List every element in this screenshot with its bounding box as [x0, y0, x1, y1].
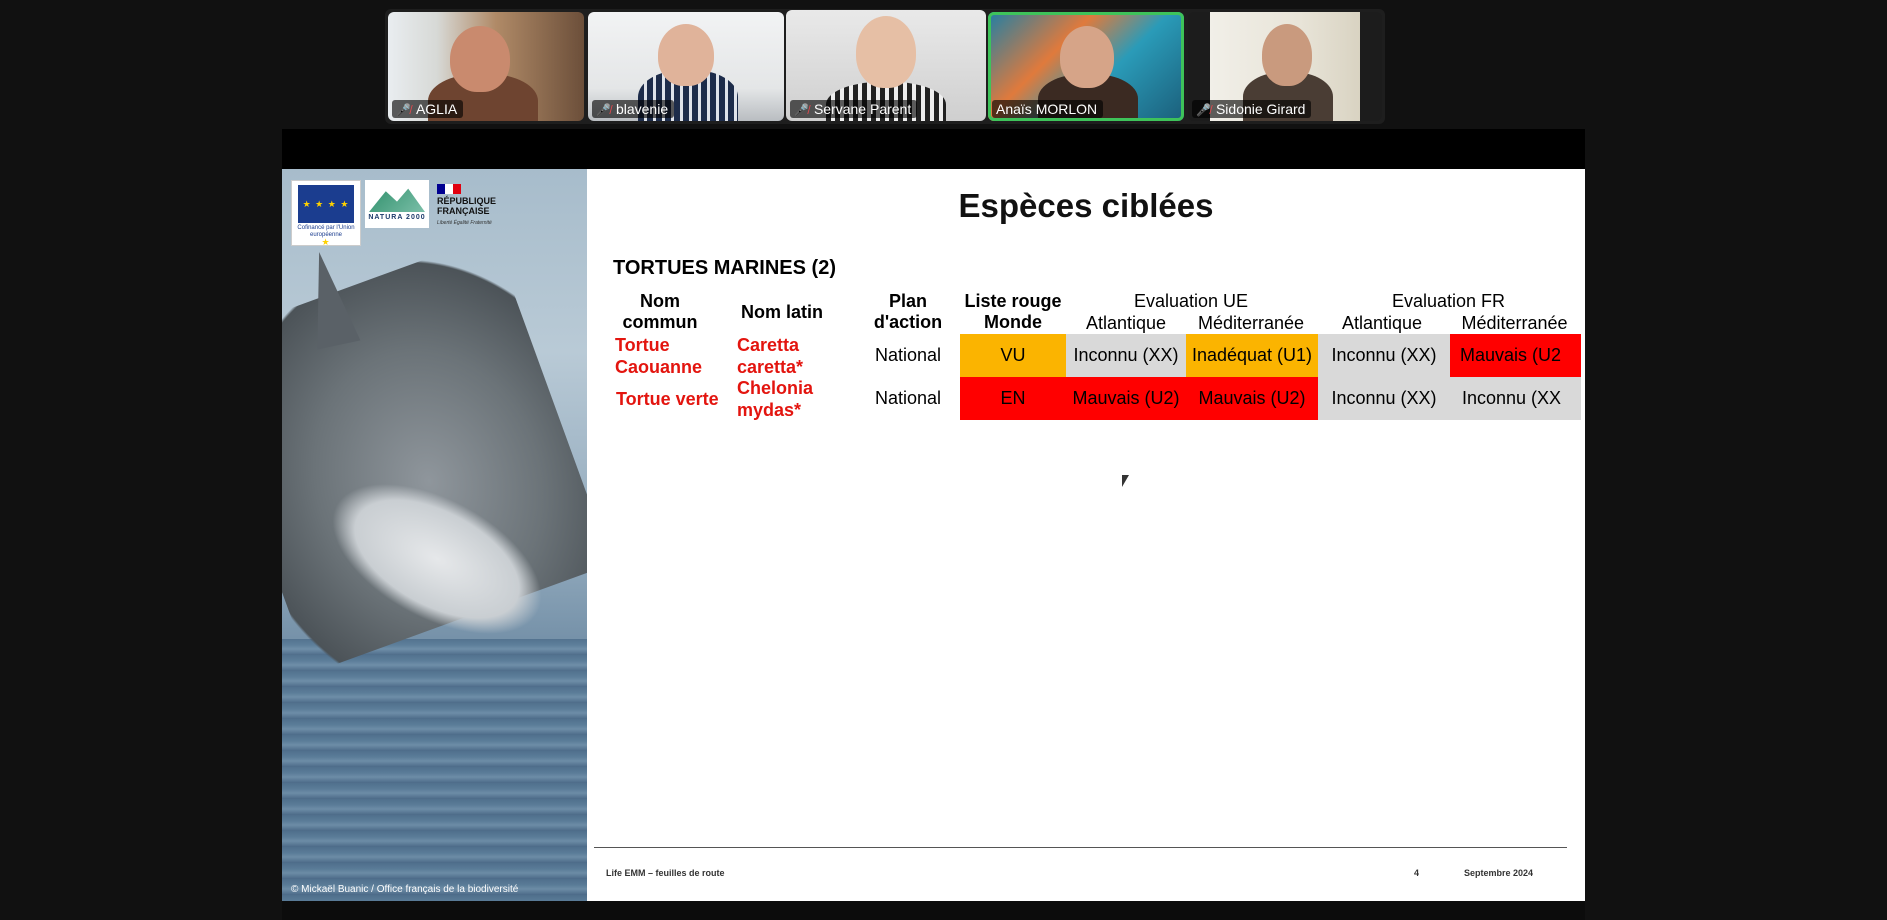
row1-fr-mediterranee: Mauvais (U2 — [1450, 334, 1581, 377]
row1-nom-latin: Caretta caretta* — [737, 335, 804, 377]
footer-left: Life EMM – feuilles de route — [606, 868, 725, 878]
row1-nom-commun: Tortue Caouanne — [615, 335, 703, 377]
participant-tile-blavenie[interactable]: 🎤̸ blavenie — [588, 12, 784, 121]
row2-plan: National — [874, 388, 942, 408]
header-evaluation-fr: Evaluation FR — [1391, 291, 1506, 311]
partner-logos: ★ ★ ★ ★ ★ Cofinancé par l'Union européen… — [291, 180, 501, 247]
header-ue-mediterranee: Méditerranée — [1197, 313, 1305, 333]
slide-title: Espèces ciblées — [958, 187, 1214, 224]
row2-fr-mediterranee: Inconnu (XX — [1450, 377, 1581, 420]
row2-liste-rouge: EN — [960, 377, 1066, 420]
photo-credit: © Mickaël Buanic / Office français de la… — [291, 884, 519, 895]
row1-liste-rouge: VU — [960, 334, 1066, 377]
header-fr-mediterranee: Méditerranée — [1461, 313, 1568, 333]
header-nom-latin: Nom latin — [740, 302, 823, 322]
header-nom-commun: Nom commun — [622, 291, 698, 332]
mic-muted-icon: 🎤̸ — [794, 103, 809, 117]
participant-tile-anais-morlon[interactable]: Anaïs MORLON — [988, 12, 1184, 121]
row2-fr-atlantique: Inconnu (XX) — [1318, 377, 1450, 420]
participant-tile-aglia[interactable]: 🎤̸ AGLIA — [388, 12, 584, 121]
section-title: TORTUES MARINES (2) — [613, 257, 836, 279]
footer-date: Septembre 2024 — [1464, 868, 1534, 878]
participant-name: 🎤̸ Sidonie Girard — [1192, 100, 1312, 118]
share-header-bar — [282, 129, 1585, 169]
row1-fr-atlantique: Inconnu (XX) — [1318, 334, 1450, 377]
header-fr-atlantique: Atlantique — [1341, 313, 1423, 333]
row2-ue-mediterranee: Mauvais (U2) — [1186, 377, 1318, 420]
participant-tile-servane-parent[interactable]: 🎤̸ Servane Parent — [786, 10, 986, 121]
header-plan-action: Plan d'action — [873, 291, 943, 332]
participant-name: 🎤̸ Servane Parent — [790, 100, 918, 118]
row2-ue-atlantique: Mauvais (U2) — [1066, 377, 1186, 420]
mic-muted-icon: 🎤̸ — [1196, 103, 1211, 117]
mic-muted-icon: 🎤̸ — [396, 103, 411, 117]
row2-nom-latin: Chelonia mydas* — [737, 378, 814, 420]
share-bottom-bar — [282, 901, 1585, 920]
footer-page-number: 4 — [1414, 868, 1420, 878]
row1-plan: National — [874, 345, 942, 365]
footer-divider — [594, 847, 1567, 848]
row2-nom-commun: Tortue verte — [616, 389, 719, 409]
dolphin-photo: ★ ★ ★ ★ ★ Cofinancé par l'Union européen… — [282, 169, 587, 901]
eu-logo: ★ ★ ★ ★ ★ Cofinancé par l'Union européen… — [291, 180, 361, 247]
participant-tile-sidonie-girard[interactable]: 🎤̸ Sidonie Girard — [1188, 12, 1382, 121]
row1-ue-atlantique: Inconnu (XX) — [1066, 334, 1186, 377]
header-liste-rouge: Liste rouge Monde — [964, 291, 1062, 332]
participant-name: 🎤̸ AGLIA — [392, 100, 464, 118]
mic-muted-icon: 🎤̸ — [596, 103, 611, 117]
mouse-cursor-icon — [1122, 475, 1129, 487]
row1-ue-mediterranee: Inadéquat (U1) — [1186, 334, 1318, 377]
shared-slide: ★ ★ ★ ★ ★ Cofinancé par l'Union européen… — [282, 169, 1585, 901]
republique-francaise-logo: RÉPUBLIQUE FRANÇAISE Liberté Égalité Fra… — [437, 184, 499, 240]
participant-name: 🎤̸ blavenie — [592, 100, 675, 118]
header-evaluation-ue: Evaluation UE — [1133, 291, 1249, 311]
participant-name: Anaïs MORLON — [992, 100, 1104, 118]
natura2000-logo: NATURA 2000 — [365, 180, 429, 228]
header-ue-atlantique: Atlantique — [1085, 313, 1167, 333]
